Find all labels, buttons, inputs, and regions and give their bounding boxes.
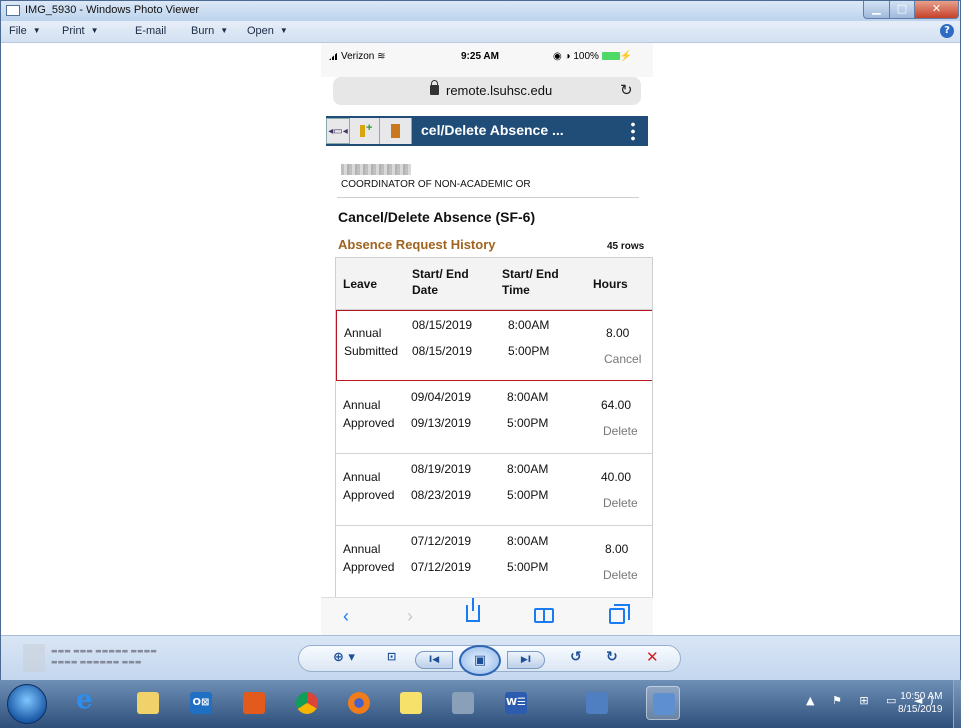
sticky-notes-icon[interactable] — [394, 686, 428, 720]
signal-icon — [329, 51, 339, 60]
outlook-icon[interactable]: O⊠ — [184, 686, 218, 720]
table-row[interactable]: Annual Submitted 08/15/2019 08/15/2019 8… — [336, 310, 652, 381]
word-icon[interactable]: W☰ — [499, 686, 533, 720]
help-icon[interactable]: ? — [940, 24, 954, 38]
table-header: Leave Start/ End Date Start/ End Time Hour… — [336, 258, 652, 310]
bookmarks-icon[interactable] — [534, 608, 554, 623]
lock-icon — [430, 80, 439, 95]
book-app-icon[interactable] — [446, 686, 480, 720]
title-bar[interactable]: IMG_5930 - Windows Photo Viewer ▁ □ ✕ — [1, 1, 960, 21]
safari-address-bar[interactable]: remote.lsuhsc.edu ↻ — [333, 77, 641, 105]
internet-explorer-icon[interactable]: e — [68, 685, 102, 720]
start-button-icon[interactable] — [7, 684, 47, 724]
menu-email[interactable]: E-mail — [135, 25, 166, 37]
cancel-link[interactable]: Cancel — [604, 352, 641, 366]
safari-toolbar: ‹ › — [321, 597, 653, 635]
photo-viewer-taskbar-icon[interactable] — [646, 686, 680, 720]
rotate-right-icon[interactable]: ↻ — [606, 649, 618, 665]
delete-link[interactable]: Delete — [603, 568, 638, 582]
col-start-end-time: Start/ End Time — [502, 267, 559, 297]
minimize-button[interactable]: ▁ — [863, 1, 890, 19]
chevron-down-icon: ▼ — [90, 26, 99, 35]
office-icon[interactable] — [237, 686, 271, 720]
zoom-icon[interactable]: ⊕ ▾ — [333, 650, 355, 665]
reload-icon[interactable]: ↻ — [620, 81, 633, 99]
battery-icon — [601, 52, 620, 60]
delete-icon[interactable]: ✕ — [646, 648, 659, 666]
phone-screenshot: Verizon ≋ 9:25 AM ◉ ◑ 100% ⚡ remote.lsuhs… — [321, 43, 653, 637]
slideshow-icon[interactable]: ▣ — [459, 645, 501, 676]
table-row[interactable]: Annual Approved 08/19/2019 08/23/2019 8:… — [336, 455, 652, 526]
employee-position: COORDINATOR OF NON-ACADEMIC OR — [341, 179, 531, 190]
table-row[interactable]: Annual Approved 09/04/2019 09/13/2019 8:… — [336, 383, 652, 454]
row-count: 45 rows — [607, 241, 645, 252]
file-info-blurred: ▬▬▬ ▬▬▬ ▬▬▬▬▬ ▬▬▬▬ ▬▬▬▬ ▬▬▬▬▬▬ ▬▬▬ — [51, 647, 157, 666]
chevron-down-icon: ▼ — [220, 26, 229, 35]
status-time: 9:25 AM — [461, 51, 499, 62]
col-start-end-date: Start/ End Date — [412, 267, 469, 297]
image-canvas: Verizon ≋ 9:25 AM ◉ ◑ 100% ⚡ remote.lsuhs… — [1, 43, 960, 637]
table-row[interactable]: Annual Approved 07/12/2019 07/12/2019 8:… — [336, 527, 652, 598]
menu-file[interactable]: File ▼ — [9, 25, 41, 37]
exit-door-icon[interactable] — [380, 118, 412, 144]
menu-print[interactable]: Print ▼ — [62, 25, 99, 37]
window-title: IMG_5930 - Windows Photo Viewer — [25, 4, 200, 16]
navbar-back-icon[interactable]: ◂▭◂ — [326, 118, 350, 144]
file-thumbnail — [23, 644, 45, 672]
delete-link[interactable]: Delete — [603, 424, 638, 438]
divider — [337, 197, 639, 198]
viewer-control-bar: ▬▬▬ ▬▬▬ ▬▬▬▬▬ ▬▬▬▬ ▬▬▬▬ ▬▬▬▬▬▬ ▬▬▬ ⊕ ▾ ⊡ … — [1, 635, 960, 681]
file-explorer-icon[interactable] — [131, 686, 165, 720]
rotate-left-icon[interactable]: ↺ — [570, 649, 582, 665]
photo-viewer-app-icon — [6, 5, 20, 16]
chrome-icon[interactable] — [290, 686, 324, 720]
windows-taskbar: e O⊠ W☰ ▲ ⚑ ⊞ ▭ ◄) 10:50 AM 8/15/2019 — [0, 680, 961, 728]
back-icon[interactable]: ‹ — [343, 606, 349, 627]
carrier: Verizon ≋ — [329, 51, 386, 62]
previous-icon[interactable]: I◀ — [415, 651, 453, 669]
menu-bar: File ▼ Print ▼ E-mail Burn ▼ Open ▼ ? — [1, 21, 960, 43]
actual-size-icon[interactable]: ⊡ — [387, 650, 396, 663]
absence-history-table: Leave Start/ End Date Start/ End Time Hour… — [335, 257, 653, 637]
menu-burn[interactable]: Burn ▼ — [191, 25, 228, 37]
share-icon[interactable] — [466, 598, 480, 622]
chevron-down-icon: ▼ — [32, 26, 41, 35]
page-title: cel/Delete Absence ... — [421, 122, 564, 138]
menu-open[interactable]: Open ▼ — [247, 25, 288, 37]
close-button[interactable]: ✕ — [914, 1, 959, 19]
peoplesoft-header: ◂▭◂ + cel/Delete Absence ... — [326, 116, 648, 146]
kebab-menu-icon[interactable] — [631, 121, 635, 141]
col-leave: Leave — [343, 277, 378, 291]
tabs-icon[interactable] — [609, 604, 630, 624]
remote-desktop-icon[interactable] — [580, 686, 614, 720]
show-desktop-button[interactable] — [953, 680, 961, 728]
add-to-homepage-icon[interactable]: + — [350, 118, 380, 144]
maximize-button[interactable]: □ — [889, 1, 915, 19]
tray-clock[interactable]: 10:50 AM 8/15/2019 — [898, 690, 943, 716]
photo-viewer-window: IMG_5930 - Windows Photo Viewer ▁ □ ✕ Fi… — [0, 0, 961, 728]
ios-status-bar: Verizon ≋ 9:25 AM ◉ ◑ 100% ⚡ — [321, 43, 653, 77]
forward-icon[interactable]: › — [407, 606, 413, 627]
grid-title: Absence Request History — [338, 237, 496, 252]
employee-name-redacted — [341, 164, 411, 175]
next-icon[interactable]: ▶I — [507, 651, 545, 669]
chevron-down-icon: ▼ — [279, 26, 288, 35]
col-hours: Hours — [593, 277, 628, 291]
delete-link[interactable]: Delete — [603, 496, 638, 510]
form-title: Cancel/Delete Absence (SF-6) — [338, 209, 536, 225]
battery-status: ◉ ◑ 100% ⚡ — [553, 51, 633, 62]
url-text: remote.lsuhsc.edu — [446, 83, 553, 98]
firefox-icon[interactable] — [342, 686, 376, 720]
